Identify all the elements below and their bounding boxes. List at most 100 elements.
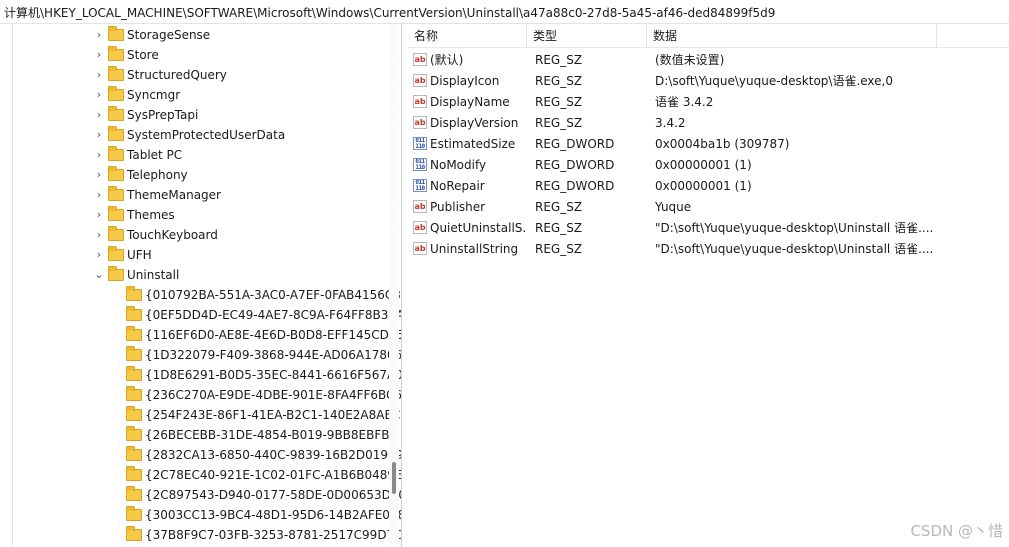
tree-scrollbar-thumb[interactable] bbox=[392, 462, 396, 494]
tree-item[interactable]: {254F243E-86F1-41EA-B2C1-140E2A8AEC bbox=[110, 405, 400, 425]
folder-icon bbox=[108, 265, 124, 281]
value-type: REG_DWORD bbox=[535, 158, 615, 172]
tree-item[interactable]: {2832CA13-6850-440C-9839-16B2D01909 bbox=[110, 445, 401, 465]
tree-item-label: ThemeManager bbox=[127, 188, 221, 202]
tree-item[interactable]: {2C78EC40-921E-1C02-01FC-A1B6B0489E bbox=[110, 465, 401, 485]
tree-item[interactable]: {37B8F9C7-03FB-3253-8781-2517C99D7C bbox=[110, 525, 401, 545]
value-row[interactable]: ab DisplayName REG_SZ 语雀 3.4.2 bbox=[408, 92, 1009, 113]
value-data: 语雀 3.4.2 bbox=[655, 95, 714, 109]
tree-item[interactable]: › Store bbox=[92, 45, 159, 65]
tree-item[interactable]: {116EF6D0-AE8E-4E6D-B0D8-EFF145CD45 bbox=[110, 325, 401, 345]
binary-value-icon: 011 110 bbox=[413, 137, 427, 150]
key-tree-pane[interactable]: › StorageSense › Store › StructuredQuery › Sync… bbox=[0, 24, 402, 547]
tree-item-label: UFH bbox=[127, 248, 152, 262]
folder-icon bbox=[126, 465, 142, 481]
tree-item-label: {0EF5DD4D-EC49-4AE7-8C9A-F64FF8B3EA bbox=[145, 308, 402, 322]
folder-icon bbox=[108, 125, 124, 141]
values-pane[interactable]: 名称 类型 数据 ab (默认) REG_SZ (数值未设置) ab DisplayIco… bbox=[408, 24, 1009, 547]
chevron-right-icon[interactable]: › bbox=[92, 125, 106, 145]
tree-item-label: Telephony bbox=[127, 168, 188, 182]
folder-icon bbox=[108, 245, 124, 261]
tree-item-label: {26BECEBB-31DE-4854-B019-9BB8EBFBB bbox=[145, 428, 398, 442]
value-data: 3.4.2 bbox=[655, 116, 686, 130]
chevron-right-icon[interactable]: › bbox=[92, 205, 106, 225]
tree-item[interactable]: › Themes bbox=[92, 205, 175, 225]
tree-item-label: {1D8E6291-B0D5-35EC-8441-6616F567A0 bbox=[145, 368, 402, 382]
tree-item[interactable]: {1D322079-F409-3868-944E-AD06A17806 bbox=[110, 345, 401, 365]
value-row[interactable]: ab DisplayVersion REG_SZ 3.4.2 bbox=[408, 113, 1009, 134]
tree-item-label: {3003CC13-9BC4-48D1-95D6-14B2AFE068 bbox=[145, 508, 402, 522]
address-bar[interactable]: 计算机\HKEY_LOCAL_MACHINE\SOFTWARE\Microsof… bbox=[0, 0, 1009, 24]
column-header-name[interactable]: 名称 bbox=[408, 24, 527, 48]
tree-item[interactable]: {0EF5DD4D-EC49-4AE7-8C9A-F64FF8B3EA bbox=[110, 305, 402, 325]
tree-item[interactable]: › Tablet PC bbox=[92, 145, 182, 165]
tree-item-label: {254F243E-86F1-41EA-B2C1-140E2A8AEC bbox=[145, 408, 401, 422]
value-row[interactable]: ab QuietUninstallS... REG_SZ "D:\soft\Yuque… bbox=[408, 218, 1009, 239]
value-row[interactable]: ab (默认) REG_SZ (数值未设置) bbox=[408, 50, 1009, 71]
value-row[interactable]: ab Publisher REG_SZ Yuque bbox=[408, 197, 1009, 218]
value-name: DisplayName bbox=[430, 95, 510, 109]
value-name: Publisher bbox=[430, 200, 486, 214]
chevron-right-icon[interactable]: › bbox=[92, 225, 106, 245]
value-row[interactable]: 011 110 NoModify REG_DWORD 0x00000001 (1) bbox=[408, 155, 1009, 176]
chevron-down-icon[interactable]: ⌄ bbox=[92, 265, 106, 285]
chevron-right-icon[interactable]: › bbox=[92, 165, 106, 185]
tree-item[interactable]: {26BECEBB-31DE-4854-B019-9BB8EBFBB bbox=[110, 425, 398, 445]
tree-item[interactable]: › UFH bbox=[92, 245, 152, 265]
value-data: "D:\soft\Yuque\yuque-desktop\Uninstall 语… bbox=[655, 242, 934, 256]
chevron-right-icon[interactable]: › bbox=[92, 105, 106, 125]
tree-item[interactable]: › SystemProtectedUserData bbox=[92, 125, 285, 145]
folder-icon bbox=[126, 425, 142, 441]
tree-item[interactable]: › StructuredQuery bbox=[92, 65, 227, 85]
tree-item[interactable]: › Telephony bbox=[92, 165, 188, 185]
value-row[interactable]: ab UninstallString REG_SZ "D:\soft\Yuque\yu… bbox=[408, 239, 1009, 260]
value-type: REG_SZ bbox=[535, 95, 583, 109]
value-name: DisplayIcon bbox=[430, 74, 500, 88]
tree-gutter bbox=[0, 24, 13, 547]
tree-item[interactable]: › TouchKeyboard bbox=[92, 225, 218, 245]
tree-item-label: TouchKeyboard bbox=[127, 228, 218, 242]
value-row[interactable]: ab DisplayIcon REG_SZ D:\soft\Yuque\yuque-d… bbox=[408, 71, 1009, 92]
chevron-right-icon[interactable]: › bbox=[92, 45, 106, 65]
column-header-data[interactable]: 数据 bbox=[647, 24, 937, 48]
tree-item[interactable]: {1D8E6291-B0D5-35EC-8441-6616F567A0 bbox=[110, 365, 402, 385]
value-row[interactable]: 011 110 EstimatedSize REG_DWORD 0x0004ba1b (… bbox=[408, 134, 1009, 155]
tree-item-label: StorageSense bbox=[127, 28, 211, 42]
value-data: 0x00000001 (1) bbox=[655, 158, 752, 172]
tree-item[interactable]: {2C897543-D940-0177-58DE-0D00653DE0 bbox=[110, 485, 401, 505]
value-name: QuietUninstallS... bbox=[430, 221, 527, 235]
tree-item[interactable]: ⌄ Uninstall bbox=[92, 265, 179, 285]
tree-item[interactable]: › StorageSense bbox=[92, 25, 210, 45]
column-header-data-label: 数据 bbox=[653, 29, 678, 43]
string-value-icon: ab bbox=[413, 74, 427, 87]
folder-icon bbox=[126, 305, 142, 321]
tree-item[interactable]: {010792BA-551A-3AC0-A7EF-0FAB4156C3 bbox=[110, 285, 401, 305]
column-header-type[interactable]: 类型 bbox=[527, 24, 647, 48]
folder-icon bbox=[108, 165, 124, 181]
chevron-right-icon[interactable]: › bbox=[92, 145, 106, 165]
chevron-right-icon[interactable]: › bbox=[92, 65, 106, 85]
tree-item-label: Tablet PC bbox=[127, 148, 183, 162]
address-path[interactable]: 计算机\HKEY_LOCAL_MACHINE\SOFTWARE\Microsof… bbox=[4, 6, 775, 20]
value-type: REG_SZ bbox=[535, 200, 583, 214]
chevron-right-icon[interactable]: › bbox=[92, 185, 106, 205]
binary-value-icon: 011 110 bbox=[413, 179, 427, 192]
chevron-right-icon[interactable]: › bbox=[92, 245, 106, 265]
tree-item[interactable]: › SysPrepTapi bbox=[92, 105, 198, 125]
chevron-right-icon[interactable]: › bbox=[92, 25, 106, 45]
value-name: NoModify bbox=[430, 158, 487, 172]
value-name: NoRepair bbox=[430, 179, 485, 193]
column-header-type-label: 类型 bbox=[533, 29, 558, 43]
tree-item[interactable]: {3003CC13-9BC4-48D1-95D6-14B2AFE068 bbox=[110, 505, 402, 525]
tree-item[interactable]: › Syncmgr bbox=[92, 85, 180, 105]
tree-scrollbar[interactable] bbox=[389, 24, 399, 547]
tree-item[interactable]: {236C270A-E9DE-4DBE-901E-8FA4FF6BC6 bbox=[110, 385, 401, 405]
value-name: DisplayVersion bbox=[430, 116, 519, 130]
chevron-right-icon[interactable]: › bbox=[92, 85, 106, 105]
folder-icon bbox=[108, 145, 124, 161]
value-row[interactable]: 011 110 NoRepair REG_DWORD 0x00000001 (1) bbox=[408, 176, 1009, 197]
watermark: CSDN @丶惜 bbox=[910, 522, 1003, 540]
tree-item[interactable]: › ThemeManager bbox=[92, 185, 221, 205]
folder-icon bbox=[108, 185, 124, 201]
folder-icon bbox=[126, 405, 142, 421]
